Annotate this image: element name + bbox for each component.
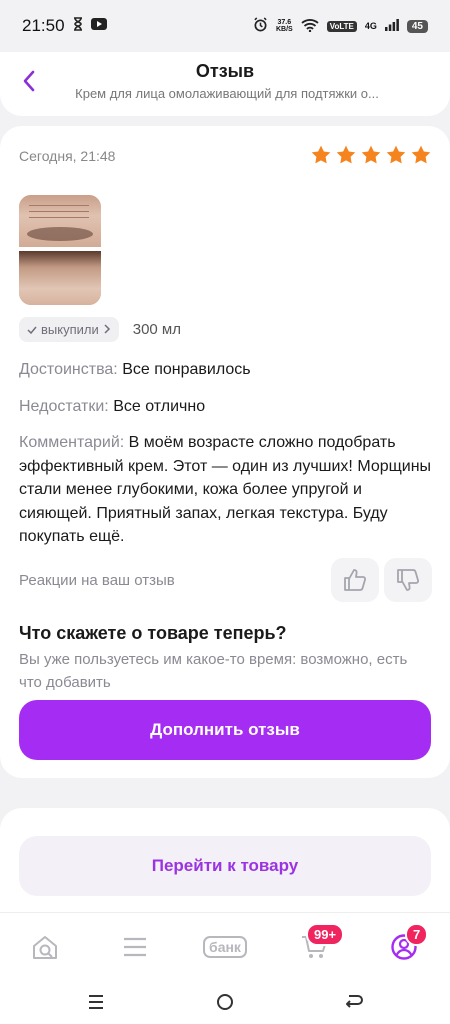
review-date: Сегодня, 21:48 [19, 148, 116, 164]
cons-field: Недостатки: Все отлично [19, 395, 434, 419]
pros-label: Достоинства: [19, 361, 118, 378]
comment-label: Комментарий: [19, 434, 125, 451]
like-button[interactable] [331, 558, 379, 602]
prompt-title: Что скажете о товаре теперь? [19, 623, 287, 643]
speed-value: 37.6 [277, 19, 292, 26]
status-time: 21:50 [22, 16, 65, 35]
back-arrow-icon [346, 995, 363, 1008]
tab-bank[interactable]: банк [194, 929, 256, 965]
pros-text: Все понравилось [122, 361, 251, 378]
bought-label: выкупили [41, 322, 99, 337]
recent-apps-button[interactable] [84, 990, 108, 1014]
home-search-icon [33, 936, 57, 959]
recent-apps-icon [89, 995, 103, 1009]
network-speed: 37.6 KB/S [276, 19, 293, 33]
prompt-subtitle: Вы уже пользуетесь им какое-то время: во… [19, 651, 408, 691]
bottom-tab-bar: банк 99+ 7 [0, 912, 450, 978]
star-icon [386, 145, 406, 164]
home-button[interactable] [213, 990, 237, 1014]
photo-before [19, 195, 101, 247]
page-title: Отзыв [195, 61, 255, 81]
hourglass-icon [73, 16, 83, 36]
reactions-label: Реакции на ваш отзыв [19, 572, 175, 589]
photo-after [19, 251, 101, 305]
comment-field: Комментарий: В моём возрасте сложно подо… [19, 431, 434, 549]
menu-icon [124, 937, 146, 957]
review-photo[interactable] [19, 195, 101, 305]
product-volume: 300 мл [132, 321, 181, 338]
bank-label: банк [203, 936, 247, 958]
status-bar: 21:50 37.6 KB/S VoLTE 4G 45 [0, 0, 450, 52]
circle-home-icon [217, 994, 233, 1010]
profile-badge: 7 [405, 923, 429, 946]
signal-icon [384, 18, 399, 34]
youtube-icon [90, 17, 107, 35]
thumbs-down-icon [397, 569, 420, 591]
bought-badge[interactable]: выкупили [19, 317, 119, 342]
star-icon [361, 145, 381, 164]
battery-indicator: 45 [406, 19, 428, 33]
dislike-button[interactable] [384, 558, 432, 602]
star-icon [411, 145, 431, 164]
review-card: Сегодня, 21:48 выкупили 300 мл Достоинст… [0, 126, 450, 778]
rating-stars [310, 144, 432, 166]
product-name[interactable]: Крем для лица омолаживающий для подтяжки… [52, 86, 402, 101]
bought-row: выкупили 300 мл [19, 317, 181, 342]
pros-field: Достоинства: Все понравилось [19, 358, 434, 382]
tab-home[interactable] [27, 929, 63, 965]
star-icon [311, 145, 331, 164]
network-type: 4G [364, 21, 377, 31]
thumbs-up-icon [344, 569, 367, 591]
volte-indicator: VoLTE [326, 20, 357, 32]
speed-unit: KB/S [275, 26, 293, 33]
header: Отзыв Крем для лица омолаживающий для по… [0, 52, 450, 116]
tab-catalog[interactable] [117, 929, 153, 965]
chevron-right-icon [103, 322, 111, 337]
cons-label: Недостатки: [19, 398, 109, 415]
goto-product-card: Перейти к товару [0, 808, 450, 918]
goto-product-button[interactable]: Перейти к товару [19, 836, 431, 896]
star-icon [336, 145, 356, 164]
system-nav-bar [0, 978, 450, 1024]
cart-badge: 99+ [306, 923, 345, 946]
cons-text: Все отлично [113, 398, 206, 415]
check-icon [27, 322, 37, 337]
alarm-icon [253, 17, 268, 35]
add-to-review-button[interactable]: Дополнить отзыв [19, 700, 431, 760]
wifi-icon [301, 18, 319, 35]
system-back-button[interactable] [342, 990, 366, 1014]
